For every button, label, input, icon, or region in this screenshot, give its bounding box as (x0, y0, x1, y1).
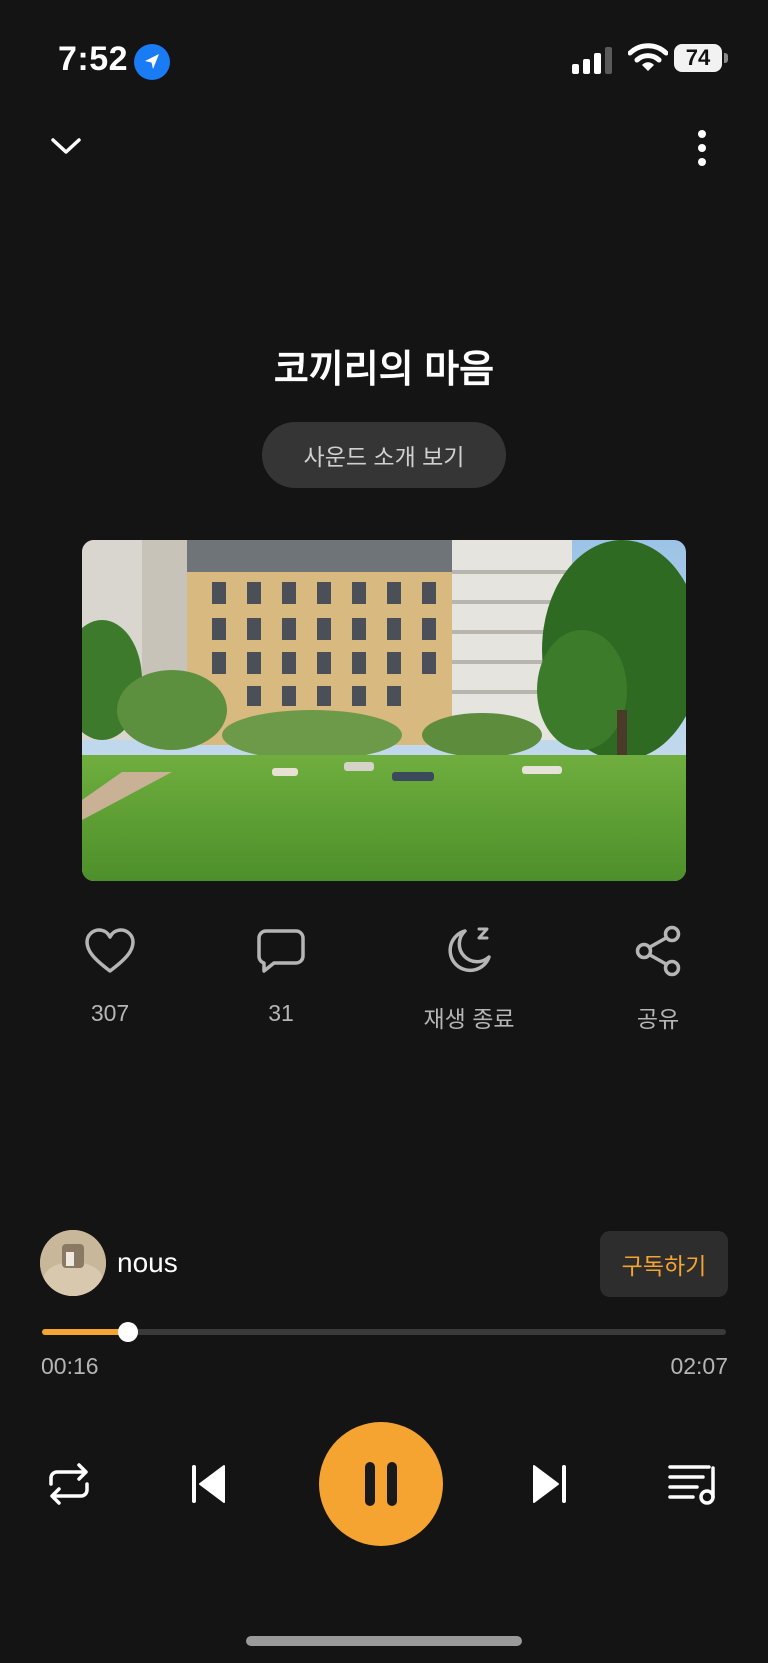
comment-icon (257, 929, 305, 973)
heart-icon (85, 928, 135, 973)
avatar[interactable] (40, 1230, 106, 1296)
cover-image (82, 540, 686, 881)
more-vertical-icon (698, 130, 706, 166)
chevron-down-icon (51, 138, 81, 154)
next-icon (533, 1465, 566, 1503)
share-button[interactable] (628, 921, 688, 981)
battery-icon: 74 (674, 44, 722, 72)
pause-icon (365, 1462, 397, 1506)
repeat-icon (49, 1463, 89, 1505)
wifi-icon (627, 42, 669, 74)
next-button[interactable] (520, 1454, 580, 1514)
previous-icon (192, 1465, 225, 1503)
total-time: 02:07 (670, 1353, 728, 1379)
home-indicator (246, 1636, 522, 1646)
channel-name[interactable]: nous (117, 1247, 178, 1279)
battery-tip (724, 53, 728, 63)
comment-count: 31 (268, 1000, 294, 1026)
sound-intro-button[interactable]: 사운드 소개 보기 (262, 422, 506, 488)
current-time: 00:16 (41, 1353, 99, 1379)
comment-button[interactable] (251, 921, 311, 981)
progress-fill (42, 1329, 128, 1335)
progress-track[interactable] (42, 1329, 726, 1335)
subscribe-button[interactable]: 구독하기 (600, 1231, 728, 1297)
previous-button[interactable] (178, 1454, 238, 1514)
track-title: 코끼리의 마음 (273, 349, 495, 391)
repeat-button[interactable] (39, 1454, 99, 1514)
sleep-timer-icon (448, 927, 491, 973)
share-label: 공유 (636, 1006, 680, 1032)
like-button[interactable] (80, 921, 140, 981)
status-time: 7:52 (58, 40, 129, 78)
collapse-button[interactable] (42, 122, 90, 170)
share-icon (635, 925, 681, 977)
like-count: 307 (90, 1000, 130, 1026)
more-options-button[interactable] (678, 124, 726, 172)
progress-thumb[interactable] (118, 1322, 138, 1342)
signal-icon (572, 46, 614, 74)
pause-button[interactable] (319, 1422, 443, 1546)
playlist-button[interactable] (663, 1454, 723, 1514)
playlist-icon (668, 1465, 715, 1505)
location-arrow-icon (134, 44, 170, 80)
sleep-timer-label: 재생 종료 (423, 1006, 515, 1032)
sleep-timer-button[interactable] (439, 921, 499, 981)
